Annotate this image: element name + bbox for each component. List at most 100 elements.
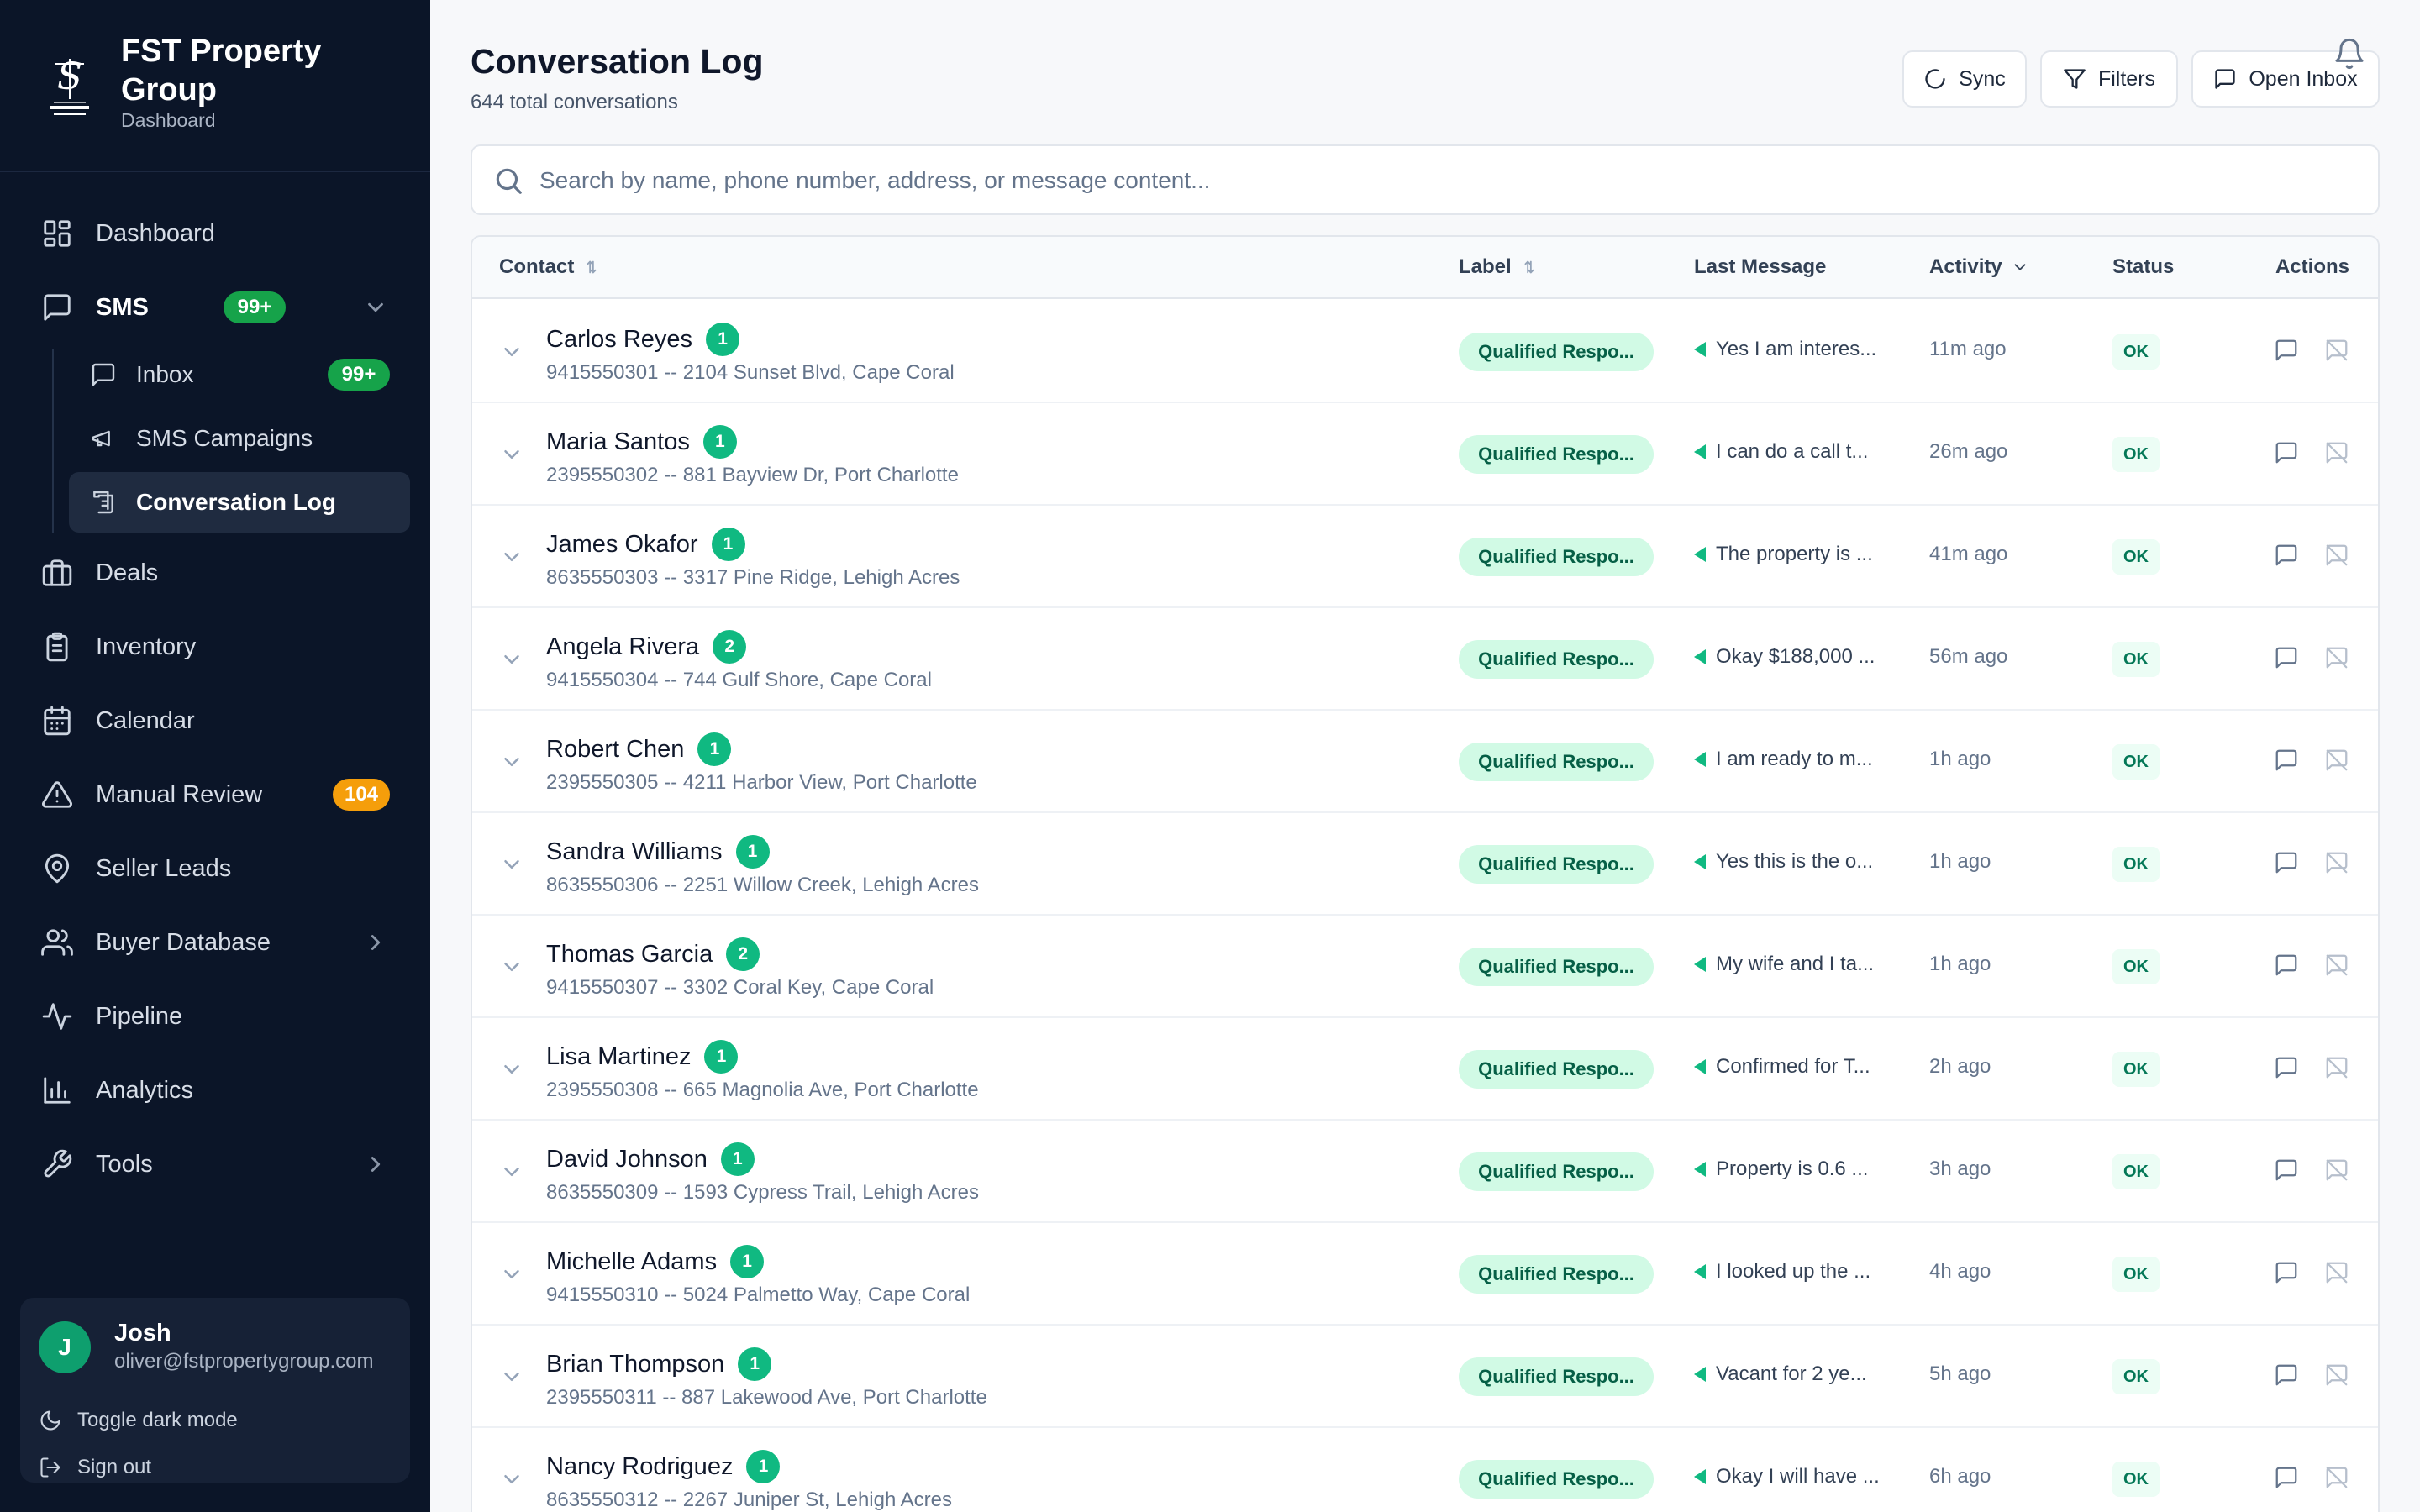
chevron-right-icon[interactable] (363, 930, 388, 955)
mute-message-icon[interactable] (2324, 1362, 2351, 1389)
table-row[interactable]: Carlos Reyes 1 9415550301 -- 2104 Sunset B… (472, 301, 2378, 403)
sidebar-item-conversation-log[interactable]: Conversation Log (69, 472, 410, 533)
label-badge[interactable]: Qualified Respo... (1459, 640, 1654, 679)
reply-message-icon[interactable] (2274, 1362, 2301, 1389)
mute-message-icon[interactable] (2324, 1055, 2351, 1082)
chevron-down-icon[interactable] (499, 339, 524, 365)
contact-name[interactable]: Nancy Rodriguez 1 (546, 1450, 781, 1483)
nav-inventory[interactable]: Inventory (20, 617, 410, 677)
reply-message-icon[interactable] (2274, 1465, 2301, 1492)
mute-message-icon[interactable] (2324, 748, 2351, 774)
reply-message-icon[interactable] (2274, 1260, 2301, 1287)
company-logo[interactable]: S (39, 52, 101, 119)
nav-calendar[interactable]: Calendar (20, 690, 410, 751)
search-input[interactable] (539, 158, 2354, 203)
toggle-dark-mode-button[interactable]: Toggle dark mode (39, 1404, 238, 1437)
filters-button[interactable]: Filters (2040, 50, 2178, 108)
mute-message-icon[interactable] (2324, 543, 2351, 570)
reply-message-icon[interactable] (2274, 748, 2301, 774)
contact-name[interactable]: Lisa Martinez 1 (546, 1040, 739, 1074)
reply-message-icon[interactable] (2274, 440, 2301, 467)
chevron-right-icon[interactable] (363, 1152, 388, 1177)
label-badge[interactable]: Qualified Respo... (1459, 1460, 1654, 1499)
contact-name[interactable]: James Okafor 1 (546, 528, 745, 561)
chevron-down-icon[interactable] (499, 749, 524, 774)
mute-message-icon[interactable] (2324, 338, 2351, 365)
mute-message-icon[interactable] (2324, 1465, 2351, 1492)
chevron-down-icon[interactable] (499, 954, 524, 979)
table-row[interactable]: Angela Rivera 2 9415550304 -- 744 Gulf Sho… (472, 608, 2378, 711)
chevron-down-icon[interactable] (499, 1159, 524, 1184)
contact-name[interactable]: Maria Santos 1 (546, 425, 737, 459)
chevron-down-icon[interactable] (499, 442, 524, 467)
chevron-down-icon[interactable] (499, 852, 524, 877)
reply-message-icon[interactable] (2274, 645, 2301, 672)
nav-deals[interactable]: Deals (20, 543, 410, 603)
table-row[interactable]: Robert Chen 1 2395550305 -- 4211 Harbor Vi… (472, 711, 2378, 813)
nav-pipeline[interactable]: Pipeline (20, 986, 410, 1047)
table-row[interactable]: Thomas Garcia 2 9415550307 -- 3302 Coral K… (472, 916, 2378, 1018)
mute-message-icon[interactable] (2324, 1260, 2351, 1287)
label-badge[interactable]: Qualified Respo... (1459, 1255, 1654, 1294)
reply-message-icon[interactable] (2274, 338, 2301, 365)
reply-message-icon[interactable] (2274, 953, 2301, 979)
table-row[interactable]: David Johnson 1 8635550309 -- 1593 Cypress… (472, 1121, 2378, 1223)
label-badge[interactable]: Qualified Respo... (1459, 743, 1654, 781)
nav-seller-leads[interactable]: Seller Leads (20, 838, 410, 899)
chevron-down-icon[interactable] (499, 1262, 524, 1287)
label-badge[interactable]: Qualified Respo... (1459, 1050, 1654, 1089)
column-status[interactable]: Status (2112, 255, 2174, 279)
label-badge[interactable]: Qualified Respo... (1459, 435, 1654, 474)
mute-message-icon[interactable] (2324, 850, 2351, 877)
reply-message-icon[interactable] (2274, 543, 2301, 570)
reply-message-icon[interactable] (2274, 1158, 2301, 1184)
contact-name[interactable]: David Johnson 1 (546, 1142, 755, 1176)
nav-analytics[interactable]: Analytics (20, 1060, 410, 1121)
contact-name[interactable]: Angela Rivera 2 (546, 630, 747, 664)
mute-message-icon[interactable] (2324, 953, 2351, 979)
chevron-down-icon[interactable] (363, 295, 388, 320)
contact-name[interactable]: Brian Thompson 1 (546, 1347, 772, 1381)
table-row[interactable]: James Okafor 1 8635550303 -- 3317 Pine Rid… (472, 506, 2378, 608)
chevron-down-icon[interactable] (499, 1364, 524, 1389)
nav-tools[interactable]: Tools (20, 1134, 410, 1194)
label-badge[interactable]: Qualified Respo... (1459, 538, 1654, 576)
table-row[interactable]: Lisa Martinez 1 2395550308 -- 665 Magnolia… (472, 1018, 2378, 1121)
chevron-down-icon[interactable] (499, 1467, 524, 1492)
label-badge[interactable]: Qualified Respo... (1459, 1152, 1654, 1191)
contact-name[interactable]: Thomas Garcia 2 (546, 937, 760, 971)
column-activity[interactable]: Activity (1929, 255, 2029, 279)
table-row[interactable]: Nancy Rodriguez 1 8635550312 -- 2267 Junip… (472, 1428, 2378, 1512)
label-badge[interactable]: Qualified Respo... (1459, 1357, 1654, 1396)
table-row[interactable]: Brian Thompson 1 2395550311 -- 887 Lakewoo… (472, 1326, 2378, 1428)
label-badge[interactable]: Qualified Respo... (1459, 948, 1654, 986)
contact-name[interactable]: Michelle Adams 1 (546, 1245, 765, 1278)
avatar[interactable]: J (39, 1321, 91, 1373)
chevron-down-icon[interactable] (499, 647, 524, 672)
label-badge[interactable]: Qualified Respo... (1459, 333, 1654, 371)
sign-out-button[interactable]: Sign out (39, 1451, 151, 1484)
mute-message-icon[interactable] (2324, 645, 2351, 672)
table-row[interactable]: Sandra Williams 1 8635550306 -- 2251 Willo… (472, 813, 2378, 916)
contact-name[interactable]: Carlos Reyes 1 (546, 323, 740, 356)
sync-button[interactable]: Sync (1902, 50, 2027, 108)
reply-message-icon[interactable] (2274, 850, 2301, 877)
column-contact[interactable]: Contact (499, 255, 601, 279)
column-label[interactable]: Label (1459, 255, 1539, 279)
table-row[interactable]: Michelle Adams 1 9415550310 -- 5024 Palmet… (472, 1223, 2378, 1326)
contact-name[interactable]: Sandra Williams 1 (546, 835, 770, 869)
bell-icon[interactable] (2333, 37, 2366, 71)
nav-dashboard[interactable]: Dashboard (20, 203, 410, 264)
reply-message-icon[interactable] (2274, 1055, 2301, 1082)
chevron-down-icon[interactable] (499, 1057, 524, 1082)
label-badge[interactable]: Qualified Respo... (1459, 845, 1654, 884)
contact-name[interactable]: Robert Chen 1 (546, 732, 732, 766)
sidebar-item-sms-campaigns[interactable]: SMS Campaigns (69, 408, 410, 469)
mute-message-icon[interactable] (2324, 440, 2351, 467)
nav-buyer-database[interactable]: Buyer Database (20, 912, 410, 973)
nav-sms[interactable]: SMS (20, 277, 410, 338)
table-row[interactable]: Maria Santos 1 2395550302 -- 881 Bayview D… (472, 403, 2378, 506)
mute-message-icon[interactable] (2324, 1158, 2351, 1184)
chevron-down-icon[interactable] (499, 544, 524, 570)
column-last-message[interactable]: Last Message (1694, 255, 1826, 279)
